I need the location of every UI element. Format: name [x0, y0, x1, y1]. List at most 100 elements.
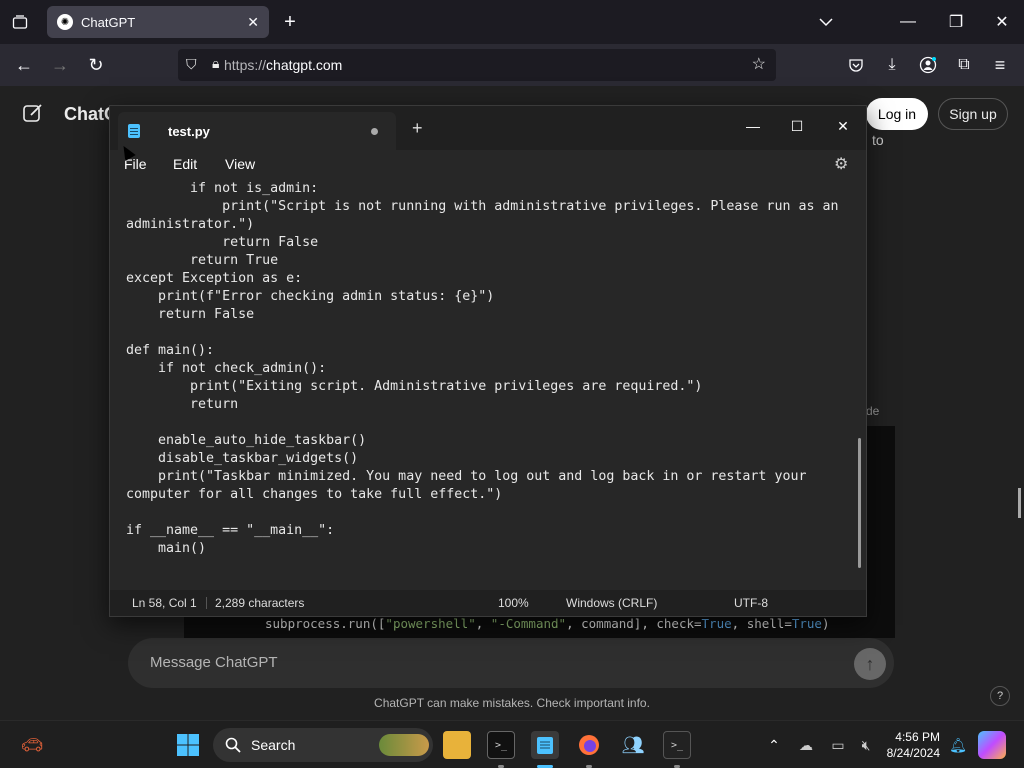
- start-windows-icon[interactable]: [174, 731, 202, 759]
- disclaimer-text: ChatGPT can make mistakes. Check importa…: [374, 696, 650, 710]
- code-line[interactable]: disable_taskbar_widgets(): [126, 450, 838, 468]
- firefox-icon[interactable]: [575, 731, 603, 759]
- url-bar[interactable]: ⛉ 🔒︎ https://chatgpt.com ☆: [178, 49, 776, 81]
- code-line[interactable]: return: [126, 396, 838, 414]
- notepad-icon: [128, 124, 140, 138]
- account-icon[interactable]: [912, 49, 944, 81]
- notepad-tab-test-py[interactable]: test.py: [118, 112, 396, 150]
- code-line[interactable]: print("Exiting script. Administrative pr…: [126, 378, 838, 396]
- notepad-editor[interactable]: if not is_admin: print("Script is not ru…: [110, 180, 866, 590]
- send-arrow-icon[interactable]: ↑: [854, 648, 886, 680]
- code-line[interactable]: if not check_admin():: [126, 360, 838, 378]
- forward-arrow-icon[interactable]: →: [44, 49, 76, 81]
- editor-scrollbar[interactable]: [858, 438, 861, 568]
- extensions-icon[interactable]: ⧉: [948, 49, 980, 81]
- notepad-close-icon[interactable]: ✕: [820, 110, 866, 142]
- notepad-window: test.py + — ☐ ✕ File Edit View ⚙ if not …: [109, 105, 867, 617]
- status-zoom[interactable]: 100%: [498, 596, 529, 610]
- status-characters: 2,289 characters: [215, 596, 305, 610]
- powershell-icon[interactable]: >_: [663, 731, 691, 759]
- code-line[interactable]: administrator."): [126, 216, 838, 234]
- code-line[interactable]: [126, 414, 838, 432]
- bookmark-star-icon[interactable]: ☆: [752, 54, 766, 74]
- menu-edit[interactable]: Edit: [173, 156, 197, 172]
- back-arrow-icon[interactable]: ←: [8, 49, 40, 81]
- notification-bell-icon[interactable]: 🔔︎: [944, 731, 972, 759]
- notepad-maximize-icon[interactable]: ☐: [774, 110, 820, 142]
- copilot-icon[interactable]: [978, 731, 1006, 759]
- notepad-titlebar[interactable]: test.py + — ☐ ✕: [110, 106, 866, 150]
- partial-text: to: [872, 132, 884, 148]
- message-placeholder: Message ChatGPT: [150, 654, 278, 671]
- code-line[interactable]: def main():: [126, 342, 838, 360]
- close-tab-icon[interactable]: ✕: [247, 14, 259, 31]
- chatgpt-favicon-icon: ✺: [57, 14, 73, 30]
- clock[interactable]: 4:56 PM 8/24/2024: [880, 729, 940, 761]
- notepad-menubar: File Edit View ⚙: [110, 150, 866, 180]
- terminal-icon[interactable]: >_: [487, 731, 515, 759]
- new-chat-icon[interactable]: [22, 102, 44, 124]
- notepad-statusbar: Ln 58, Col 1 2,289 characters 100% Windo…: [110, 590, 866, 616]
- pocket-icon[interactable]: [840, 49, 872, 81]
- search-label: Search: [251, 737, 296, 753]
- lock-icon[interactable]: 🔒︎: [212, 55, 219, 72]
- minimize-browser-icon[interactable]: —: [892, 6, 924, 38]
- partial-code-label: de: [866, 404, 880, 418]
- chevron-down-icon[interactable]: [810, 6, 842, 38]
- status-position: Ln 58, Col 1: [132, 596, 197, 610]
- tab-list-icon[interactable]: [4, 6, 36, 38]
- unsaved-dot-icon[interactable]: [371, 127, 378, 135]
- editor-text[interactable]: if not is_admin: print("Script is not ru…: [126, 180, 838, 558]
- settings-gear-icon[interactable]: ⚙: [834, 154, 848, 174]
- signup-button[interactable]: Sign up: [938, 98, 1008, 130]
- restore-browser-icon[interactable]: ❐: [940, 6, 972, 38]
- volume-icon[interactable]: 🔇︎: [852, 731, 880, 759]
- download-icon[interactable]: ⤓: [876, 49, 908, 81]
- shield-icon[interactable]: ⛉: [186, 56, 197, 73]
- code-line[interactable]: return False: [126, 234, 838, 252]
- code-line[interactable]: except Exception as e:: [126, 270, 838, 288]
- code-line[interactable]: print("Script is not running with admini…: [126, 198, 838, 216]
- code-line[interactable]: return False: [126, 306, 838, 324]
- people-app-icon[interactable]: 👥︎: [619, 731, 647, 759]
- login-button[interactable]: Log in: [866, 98, 928, 130]
- code-line[interactable]: [126, 324, 838, 342]
- help-icon[interactable]: ?: [990, 686, 1010, 706]
- code-line[interactable]: computer for all changes to take full ef…: [126, 486, 838, 504]
- browser-nav-bar: ← → ↻ ⛉ 🔒︎ https://chatgpt.com ☆ ⤓ ⧉ ≡: [0, 44, 1024, 86]
- clock-date: 8/24/2024: [886, 746, 940, 760]
- notepad-new-tab-icon[interactable]: +: [412, 118, 423, 139]
- browser-tab-bar: ✺ ChatGPT ✕ + — ❐ ✕: [0, 0, 1024, 44]
- status-line-ending[interactable]: Windows (CRLF): [566, 596, 657, 610]
- display-icon[interactable]: ▭: [824, 731, 852, 759]
- reload-icon[interactable]: ↻: [80, 49, 112, 81]
- chevron-up-icon[interactable]: ⌃: [760, 731, 788, 759]
- weather-alert-icon[interactable]: 🚗︎: [18, 731, 46, 759]
- code-line[interactable]: enable_auto_hide_taskbar(): [126, 432, 838, 450]
- taskbar-search[interactable]: Search: [213, 728, 433, 762]
- menu-view[interactable]: View: [225, 156, 255, 172]
- status-encoding[interactable]: UTF-8: [734, 596, 768, 610]
- menu-icon[interactable]: ≡: [984, 49, 1016, 81]
- url-text[interactable]: https://chatgpt.com: [224, 57, 342, 73]
- code-line[interactable]: if __name__ == "__main__":: [126, 522, 838, 540]
- code-line[interactable]: main(): [126, 540, 838, 558]
- clock-time: 4:56 PM: [895, 730, 940, 744]
- page-scrollbar[interactable]: [1018, 488, 1021, 518]
- new-tab-icon[interactable]: +: [274, 6, 306, 38]
- code-line[interactable]: if not is_admin:: [126, 180, 838, 198]
- code-line[interactable]: return True: [126, 252, 838, 270]
- file-explorer-icon[interactable]: [443, 731, 471, 759]
- close-browser-icon[interactable]: ✕: [986, 6, 1018, 38]
- notepad-tab-filename: test.py: [168, 123, 210, 139]
- code-line[interactable]: print(f"Error checking admin status: {e}…: [126, 288, 838, 306]
- message-input[interactable]: Message ChatGPT ↑: [128, 638, 894, 688]
- notepad-minimize-icon[interactable]: —: [730, 110, 776, 142]
- browser-tab-chatgpt[interactable]: ✺ ChatGPT ✕: [47, 6, 269, 38]
- notepad-taskbar-icon[interactable]: [531, 731, 559, 759]
- code-line: subprocess.run(["powershell", "-Command"…: [265, 616, 830, 631]
- search-highlight-image: [379, 734, 429, 756]
- code-line[interactable]: [126, 504, 838, 522]
- code-line[interactable]: print("Taskbar minimized. You may need t…: [126, 468, 838, 486]
- onedrive-icon[interactable]: ☁: [792, 731, 820, 759]
